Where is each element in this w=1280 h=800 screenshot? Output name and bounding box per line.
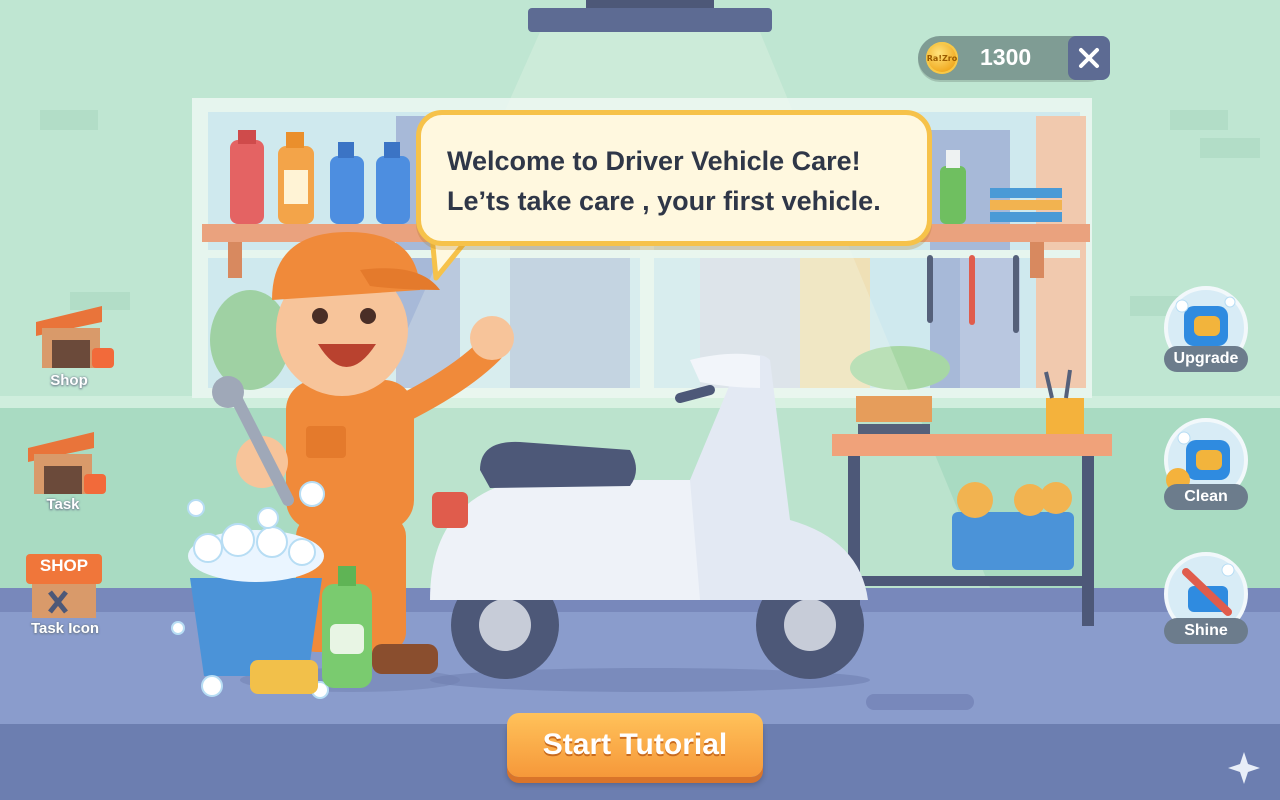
upgrade-button[interactable]: Upgrade <box>1160 284 1256 380</box>
upgrade-label: Upgrade <box>1164 346 1248 372</box>
coin-icon: Ra!Zro <box>926 42 958 74</box>
start-tutorial-label: Start Tutorial <box>542 728 728 761</box>
shine-button[interactable]: Shine <box>1160 550 1256 646</box>
shop-button[interactable]: Shop <box>14 296 124 406</box>
task-icon <box>28 432 106 494</box>
shine-label: Shine <box>1164 618 1248 644</box>
close-button[interactable] <box>1068 36 1110 80</box>
shop-label: Shop <box>50 372 88 389</box>
task-icon-button[interactable]: SHOP Task Icon <box>10 544 120 654</box>
clean-label: Clean <box>1164 484 1248 510</box>
task-icon-label: Task Icon <box>30 620 100 637</box>
dialog-line-1: Welcome to Driver Vehicle Care! <box>447 146 861 176</box>
dialog-line-2: Le’ts take care , your first vehicle. <box>447 186 881 216</box>
close-icon <box>1079 48 1099 68</box>
coin-amount: 1300 <box>980 44 1032 70</box>
shop-icon <box>36 306 114 368</box>
dialog-bubble: Welcome to Driver Vehicle Care! Le’ts ta… <box>416 110 932 246</box>
task-label: Task <box>46 496 80 513</box>
clean-button[interactable]: Clean <box>1160 416 1256 512</box>
task-button[interactable]: Task <box>8 420 118 530</box>
shop-sign-text: SHOP <box>39 556 89 575</box>
start-tutorial-button[interactable]: Start Tutorial <box>507 713 763 777</box>
